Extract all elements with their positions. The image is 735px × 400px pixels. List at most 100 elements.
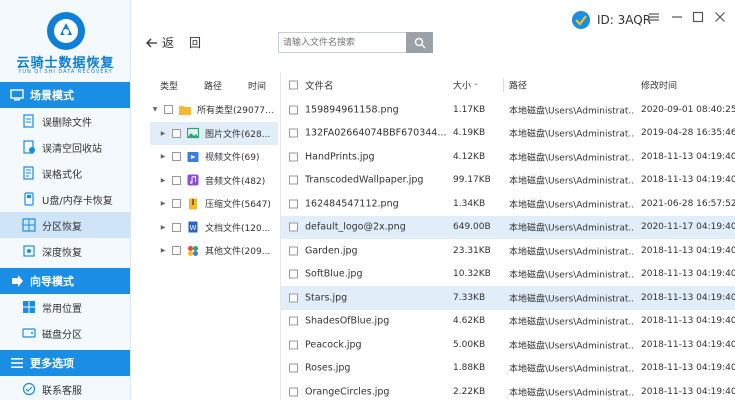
minimize-button[interactable] bbox=[670, 10, 684, 24]
nav-item-deep-recovery[interactable]: 深度恢复 bbox=[0, 238, 130, 264]
file-checkbox[interactable] bbox=[289, 175, 298, 185]
guide-icon bbox=[12, 275, 23, 287]
tree-checkbox[interactable] bbox=[172, 246, 181, 256]
file-checkbox[interactable] bbox=[289, 387, 298, 397]
file-size: 4.19KB bbox=[453, 128, 486, 139]
search-button[interactable] bbox=[406, 32, 433, 53]
user-id-badge[interactable]: ID: 3AQR bbox=[571, 10, 651, 30]
app-logo: 云骑士数据恢复 YUN QI SHI DATA RECOVERY bbox=[0, 0, 130, 82]
file-modified-time: 2020-09-01 08:40:25 bbox=[641, 104, 735, 115]
file-path: 本地磁盘\Users\Administrat... bbox=[509, 294, 635, 305]
tree-item-all-types[interactable]: ▼ 所有类型(29077... bbox=[150, 98, 278, 122]
file-modified-time: 2018-11-13 04:19:40 bbox=[641, 175, 735, 186]
tree-checkbox[interactable] bbox=[172, 128, 181, 138]
file-row[interactable]: HandPrints.jpg 4.12KB 本地磁盘\Users\Administr… bbox=[281, 145, 735, 169]
file-modified-time: 2018-11-13 04:19:40 bbox=[641, 245, 735, 256]
section-more-options[interactable]: 更多选项 bbox=[0, 350, 130, 376]
file-row[interactable]: 132FA02664074BBF670344... 4.19KB 本地磁盘\User… bbox=[281, 122, 735, 146]
file-row[interactable]: 159894961158.png 1.17KB 本地磁盘\Users\Adminis… bbox=[281, 98, 735, 122]
file-row[interactable]: ShadesOfBlue.jpg 4.62KB 本地磁盘\Users\Adminis… bbox=[281, 310, 735, 334]
file-row[interactable]: Peacock.jpg 5.00KB 本地磁盘\Users\Administrat.… bbox=[281, 333, 735, 357]
return-button[interactable]: 回 bbox=[189, 34, 201, 51]
recycle-bin-icon bbox=[23, 140, 35, 154]
chevron-right-icon[interactable]: ▶ bbox=[158, 153, 168, 160]
file-checkbox[interactable] bbox=[289, 128, 298, 138]
header-modified-time[interactable]: 修改时间 bbox=[641, 79, 735, 92]
tree-item-images[interactable]: ▶ 图片文件(628... bbox=[150, 121, 278, 145]
header-size[interactable]: 大小 ⌃ bbox=[453, 79, 503, 92]
menu-button[interactable] bbox=[647, 10, 661, 24]
tree-checkbox[interactable] bbox=[164, 105, 173, 115]
folder-icon bbox=[179, 105, 191, 115]
tree-item-archives[interactable]: ▶ 压缩文件(5647) bbox=[150, 192, 278, 216]
nav-item-usb-recovery[interactable]: U盘/内存卡恢复 bbox=[0, 186, 130, 212]
file-checkbox[interactable] bbox=[289, 269, 298, 279]
nav-item-recycle-bin[interactable]: 误清空回收站 bbox=[0, 134, 130, 160]
tree-header-type[interactable]: 类型 bbox=[160, 79, 178, 92]
tree-item-audio[interactable]: ▶ 音频文件(482) bbox=[150, 169, 278, 193]
chevron-right-icon[interactable]: ▶ bbox=[158, 200, 168, 207]
tree-item-videos[interactable]: ▶ 视频文件(69) bbox=[150, 145, 278, 169]
file-row[interactable]: default_logo@2x.png 649.00B 本地磁盘\Users\Adm… bbox=[281, 215, 735, 239]
nav-item-disk-partition[interactable]: 磁盘分区 bbox=[0, 320, 130, 346]
file-list-header: 文件名 大小 ⌃ 路径 修改时间 bbox=[281, 72, 735, 98]
chevron-right-icon[interactable]: ▶ bbox=[158, 177, 168, 184]
file-row[interactable]: Roses.jpg 1.88KB 本地磁盘\Users\Administrat...… bbox=[281, 357, 735, 381]
tree-checkbox[interactable] bbox=[172, 199, 181, 209]
section-guide-mode[interactable]: 向导模式 bbox=[0, 268, 130, 294]
search-input[interactable] bbox=[279, 33, 406, 52]
back-button[interactable]: 返 bbox=[145, 34, 174, 51]
file-checkbox[interactable] bbox=[289, 222, 298, 232]
tree-checkbox[interactable] bbox=[172, 175, 181, 185]
chevron-right-icon[interactable]: ▶ bbox=[158, 247, 168, 254]
tree-checkbox[interactable] bbox=[172, 152, 181, 162]
file-row[interactable]: 162484547112.png 1.34KB 本地磁盘\Users\Adminis… bbox=[281, 192, 735, 216]
file-row[interactable]: Stars.jpg 7.33KB 本地磁盘\Users\Administrat...… bbox=[281, 286, 735, 310]
file-name: SoftBlue.jpg bbox=[305, 268, 363, 280]
nav-item-common-locations[interactable]: 常用位置 bbox=[0, 294, 130, 320]
nav-item-label: U盘/内存卡恢复 bbox=[42, 195, 113, 207]
tree-item-other-files[interactable]: ▶ 其他文件(209... bbox=[150, 239, 278, 263]
file-rows: 159894961158.png 1.17KB 本地磁盘\Users\Adminis… bbox=[281, 98, 735, 400]
chevron-right-icon[interactable]: ▶ bbox=[158, 224, 168, 231]
nav-item-deleted-files[interactable]: 误删除文件 bbox=[0, 108, 130, 134]
section-scene-mode[interactable]: 场景模式 bbox=[0, 82, 130, 108]
file-row[interactable]: Garden.jpg 23.31KB 本地磁盘\Users\Administrat.… bbox=[281, 239, 735, 263]
file-checkbox[interactable] bbox=[289, 340, 298, 350]
file-checkbox[interactable] bbox=[289, 246, 298, 256]
tree-header-time[interactable]: 时间 bbox=[248, 79, 266, 92]
file-checkbox[interactable] bbox=[289, 105, 298, 115]
support-icon bbox=[22, 382, 36, 396]
file-row[interactable]: TranscodedWallpaper.jpg 99.17KB 本地磁盘\Users… bbox=[281, 169, 735, 193]
header-file-name[interactable]: 文件名 bbox=[305, 78, 453, 92]
file-modified-time: 2018-11-13 04:19:40 bbox=[641, 316, 735, 327]
column-divider[interactable] bbox=[503, 78, 504, 92]
select-all-checkbox[interactable] bbox=[289, 80, 298, 90]
maximize-button[interactable] bbox=[691, 10, 705, 24]
close-button[interactable] bbox=[713, 10, 727, 24]
file-path: 本地磁盘\Users\Administrat... bbox=[509, 341, 635, 352]
tree-item-documents[interactable]: ▶ W 文档文件(120... bbox=[150, 216, 278, 240]
file-checkbox[interactable] bbox=[289, 199, 298, 209]
file-checkbox[interactable] bbox=[289, 293, 298, 303]
sort-arrow-icon: ⌃ bbox=[473, 82, 479, 91]
audio-icon bbox=[187, 174, 199, 186]
search-box bbox=[278, 32, 433, 53]
file-row[interactable]: OrangeCircles.jpg 2.22KB 本地磁盘\Users\Admini… bbox=[281, 380, 735, 400]
file-size: 10.32KB bbox=[453, 269, 491, 280]
header-size-label: 大小 bbox=[453, 81, 472, 92]
chevron-down-icon[interactable]: ▼ bbox=[150, 106, 160, 113]
nav-item-contact-support[interactable]: 联系客服 bbox=[0, 376, 130, 400]
file-checkbox[interactable] bbox=[289, 316, 298, 326]
file-row[interactable]: SoftBlue.jpg 10.32KB 本地磁盘\Users\Administra… bbox=[281, 263, 735, 287]
file-checkbox[interactable] bbox=[289, 152, 298, 162]
nav-item-label: 误清空回收站 bbox=[42, 143, 102, 155]
nav-item-partition-recovery[interactable]: 分区恢复 bbox=[0, 212, 130, 238]
tree-checkbox[interactable] bbox=[172, 222, 181, 232]
header-path[interactable]: 路径 bbox=[509, 79, 635, 92]
chevron-right-icon[interactable]: ▶ bbox=[158, 130, 168, 137]
nav-item-format[interactable]: 误格式化 bbox=[0, 160, 130, 186]
tree-header-path[interactable]: 路径 bbox=[204, 79, 222, 92]
file-name: Roses.jpg bbox=[305, 362, 351, 374]
file-checkbox[interactable] bbox=[289, 363, 298, 373]
